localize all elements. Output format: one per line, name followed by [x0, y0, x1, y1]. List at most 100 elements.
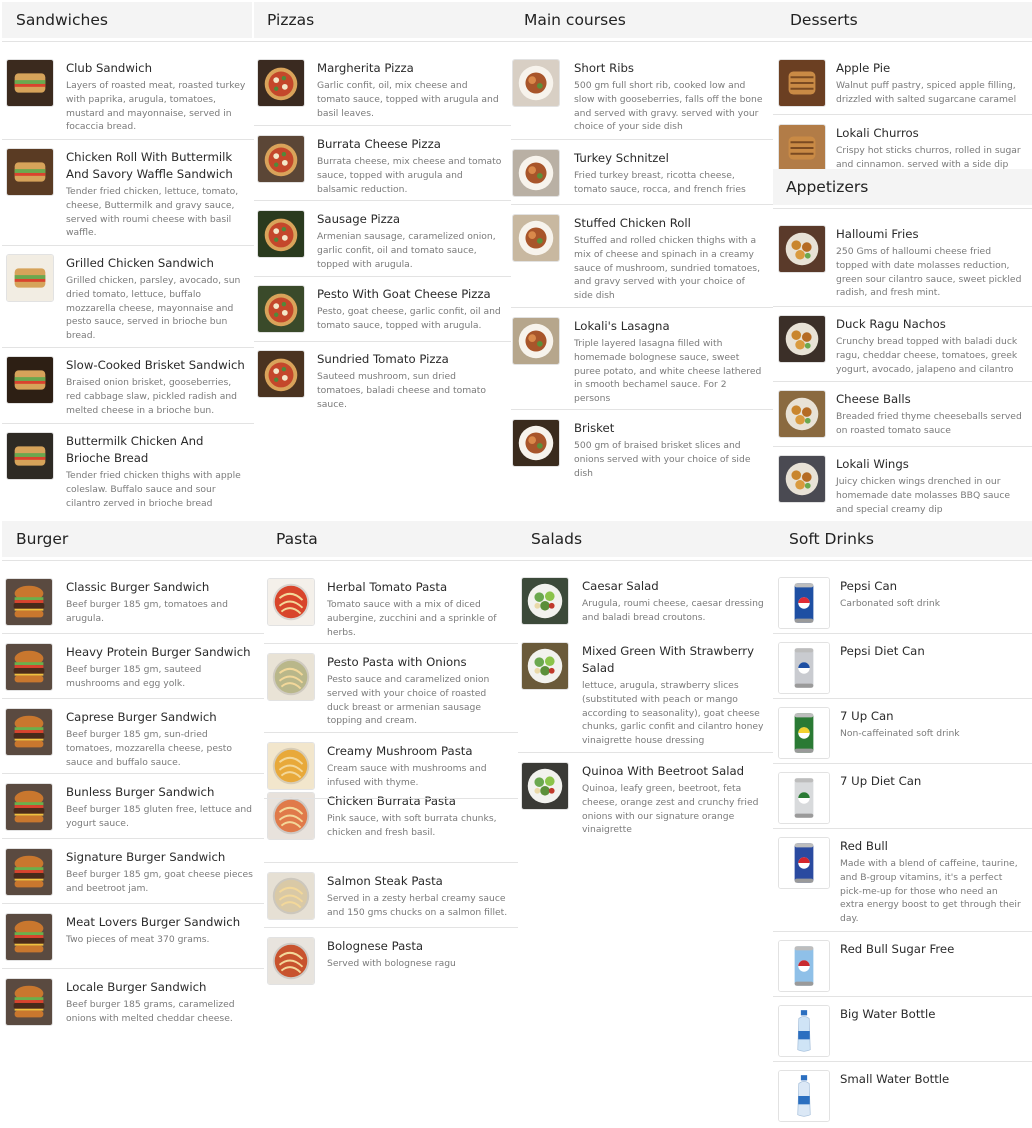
- menu-item-pesto-pasta-with-onions[interactable]: Pesto Pasta with Onions Pesto sauce and c…: [267, 653, 514, 728]
- salad-photo-icon: [521, 642, 569, 690]
- item-name: Slow-Cooked Brisket Sandwich: [66, 358, 245, 372]
- menu-item-quinoa-with-beetroot-salad[interactable]: Quinoa With Beetroot Salad Quinoa, leafy …: [521, 762, 769, 837]
- menu-item-slow-cooked-brisket-sandwich[interactable]: Slow-Cooked Brisket Sandwich Braised onio…: [6, 356, 250, 417]
- item-divider: [511, 409, 773, 410]
- item-name: Locale Burger Sandwich: [66, 980, 207, 994]
- item-name: Creamy Mushroom Pasta: [327, 744, 473, 758]
- item-name: Caprese Burger Sandwich: [66, 710, 217, 724]
- item-description: Walnut puff pastry, spiced apple filling…: [836, 80, 1017, 105]
- menu-item-pepsi-diet-can[interactable]: Pepsi Diet Can: [778, 642, 1028, 694]
- menu-item-short-ribs[interactable]: Short Ribs 500 gm full short rib, cooked …: [512, 59, 769, 134]
- menu-item-halloumi-fries[interactable]: Halloumi Fries 250 Gms of halloumi cheese…: [778, 225, 1028, 300]
- menu-item-red-bull[interactable]: Red Bull Made with a blend of caffeine, t…: [778, 837, 1028, 926]
- item-divider: [254, 341, 511, 342]
- item-description: Served with bolognese ragu: [327, 958, 456, 969]
- item-name: Big Water Bottle: [840, 1007, 936, 1021]
- menu-item-big-water-bottle[interactable]: Big Water Bottle: [778, 1005, 1028, 1057]
- item-description: Pesto sauce and caramelized onion served…: [327, 674, 490, 727]
- plate-photo-icon: [512, 214, 560, 262]
- menu-item-creamy-mushroom-pasta[interactable]: Creamy Mushroom Pasta Cream sauce with mu…: [267, 742, 514, 790]
- item-name: Short Ribs: [574, 61, 634, 75]
- menu-item-7-up-diet-can[interactable]: 7 Up Diet Can: [778, 772, 1028, 824]
- item-description: Crispy hot sticks churros, rolled in sug…: [836, 145, 1021, 170]
- item-description: Triple layered lasagna filled with homem…: [574, 338, 762, 405]
- salad-photo-icon: [521, 762, 569, 810]
- item-divider: [2, 903, 264, 904]
- menu-item-locale-burger-sandwich[interactable]: Locale Burger Sandwich Beef burger 185 gr…: [5, 978, 260, 1026]
- menu-item-mixed-green-with-strawberry-salad[interactable]: Mixed Green With Strawberry Salad lettuce…: [521, 642, 769, 748]
- menu-item-7-up-can[interactable]: 7 Up Can Non-caffeinated soft drink: [778, 707, 1028, 759]
- menu-item-salmon-steak-pasta[interactable]: Salmon Steak Pasta Served in a zesty herb…: [267, 872, 514, 920]
- menu-item-margherita-pizza[interactable]: Margherita Pizza Garlic confit, oil, mix …: [257, 59, 507, 120]
- item-name: Herbal Tomato Pasta: [327, 580, 448, 594]
- item-description: Breaded fried thyme cheeseballs served o…: [836, 411, 1022, 436]
- menu-item-sausage-pizza[interactable]: Sausage Pizza Armenian sausage, carameliz…: [257, 210, 507, 271]
- item-divider: [254, 276, 511, 277]
- pizza-photo-icon: [257, 59, 305, 107]
- menu-item-signature-burger-sandwich[interactable]: Signature Burger Sandwich Beef burger 185…: [5, 848, 260, 896]
- menu-item-brisket[interactable]: Brisket 500 gm of braised brisket slices …: [512, 419, 769, 480]
- menu-item-cheese-balls[interactable]: Cheese Balls Breaded fried thyme cheeseba…: [778, 390, 1028, 438]
- menu-item-red-bull-sugar-free[interactable]: Red Bull Sugar Free: [778, 940, 1028, 992]
- header-divider: [2, 41, 254, 42]
- menu-item-caesar-salad[interactable]: Caesar Salad Arugula, roumi cheese, caesa…: [521, 577, 769, 625]
- menu-item-buttermilk-chicken-and-brioche-bread[interactable]: Buttermilk Chicken And Brioche Bread Tend…: [6, 432, 250, 510]
- item-description: Tender fried chicken thighs with apple c…: [66, 470, 241, 509]
- item-description: Beef burger 185 grams, caramelized onion…: [66, 999, 235, 1024]
- red-bull-can-icon: [778, 837, 830, 889]
- pizza-photo-icon: [257, 210, 305, 258]
- section-title: Salads: [518, 521, 773, 557]
- item-description: 500 gm of braised brisket slices and oni…: [574, 440, 751, 479]
- header-divider: [254, 41, 511, 42]
- menu-item-classic-burger-sandwich[interactable]: Classic Burger Sandwich Beef burger 185 g…: [5, 578, 260, 626]
- item-divider: [2, 633, 264, 634]
- item-name: Salmon Steak Pasta: [327, 874, 443, 888]
- dessert-photo-icon: [778, 59, 826, 107]
- menu-item-chicken-burrata-pasta[interactable]: Chicken Burrata Pasta Pink sauce, with so…: [267, 792, 514, 840]
- pasta-photo-icon: [267, 792, 315, 840]
- item-divider: [511, 204, 773, 205]
- item-name: Pepsi Diet Can: [840, 644, 925, 658]
- salad-photo-icon: [521, 577, 569, 625]
- item-divider: [2, 245, 254, 246]
- item-name: Stuffed Chicken Roll: [574, 216, 691, 230]
- item-divider: [511, 307, 773, 308]
- item-description: Arugula, roumi cheese, caesar dressing a…: [582, 598, 764, 623]
- menu-item-bolognese-pasta[interactable]: Bolognese Pasta Served with bolognese rag…: [267, 937, 514, 985]
- menu-item-pesto-with-goat-cheese-pizza[interactable]: Pesto With Goat Cheese Pizza Pesto, goat …: [257, 285, 507, 333]
- menu-item-stuffed-chicken-roll[interactable]: Stuffed Chicken Roll Stuffed and rolled c…: [512, 214, 769, 303]
- menu-item-meat-lovers-burger-sandwich[interactable]: Meat Lovers Burger Sandwich Two pieces of…: [5, 913, 260, 961]
- menu-item-heavy-protein-burger-sandwich[interactable]: Heavy Protein Burger Sandwich Beef burger…: [5, 643, 260, 691]
- menu-item-chicken-roll-with-buttermilk-and-savory-waffle-sandwich[interactable]: Chicken Roll With Buttermilk And Savory …: [6, 148, 250, 240]
- item-name: Grilled Chicken Sandwich: [66, 256, 214, 270]
- menu-section-desserts: Desserts Apple Pie Walnut puff pastry, sp…: [773, 2, 1032, 172]
- menu-item-herbal-tomato-pasta[interactable]: Herbal Tomato Pasta Tomato sauce with a m…: [267, 578, 514, 639]
- menu-item-club-sandwich[interactable]: Club Sandwich Layers of roasted meat, roa…: [6, 59, 250, 134]
- item-description: Tomato sauce with a mix of diced aubergi…: [327, 599, 497, 638]
- item-name: Bolognese Pasta: [327, 939, 424, 953]
- item-description: 500 gm full short rib, cooked low and sl…: [574, 80, 763, 133]
- header-divider: [773, 41, 1032, 42]
- menu-item-burrata-cheese-pizza[interactable]: Burrata Cheese Pizza Burrata cheese, mix …: [257, 135, 507, 196]
- section-title: Pasta: [264, 521, 518, 557]
- menu-item-apple-pie[interactable]: Apple Pie Walnut puff pastry, spiced appl…: [778, 59, 1028, 107]
- item-name: Red Bull: [840, 839, 888, 853]
- item-name: Pesto Pasta with Onions: [327, 655, 467, 669]
- menu-section-sandwiches: Sandwiches Club Sandwich Layers of roaste…: [2, 2, 254, 509]
- menu-item-duck-ragu-nachos[interactable]: Duck Ragu Nachos Crunchy bread topped wit…: [778, 315, 1028, 376]
- menu-item-sundried-tomato-pizza[interactable]: Sundried Tomato Pizza Sauteed mushroom, s…: [257, 350, 507, 411]
- menu-item-lokali-s-lasagna[interactable]: Lokali's Lasagna Triple layered lasagna f…: [512, 317, 769, 406]
- item-description: Beef burger 185 gm, sauteed mushrooms an…: [66, 664, 202, 689]
- item-name: Mixed Green With Strawberry Salad: [582, 644, 755, 675]
- item-name: Bunless Burger Sandwich: [66, 785, 215, 799]
- menu-item-bunless-burger-sandwich[interactable]: Bunless Burger Sandwich Beef burger 185 g…: [5, 783, 260, 831]
- menu-item-pepsi-can[interactable]: Pepsi Can Carbonated soft drink: [778, 577, 1028, 629]
- menu-item-lokali-wings[interactable]: Lokali Wings Juicy chicken wings drenched…: [778, 455, 1028, 516]
- plate-photo-icon: [512, 419, 560, 467]
- menu-item-turkey-schnitzel[interactable]: Turkey Schnitzel Fried turkey breast, ric…: [512, 149, 769, 197]
- menu-item-caprese-burger-sandwich[interactable]: Caprese Burger Sandwich Beef burger 185 g…: [5, 708, 260, 769]
- menu-item-small-water-bottle[interactable]: Small Water Bottle: [778, 1070, 1028, 1122]
- item-divider: [773, 698, 1032, 699]
- menu-item-grilled-chicken-sandwich[interactable]: Grilled Chicken Sandwich Grilled chicken,…: [6, 254, 250, 343]
- menu-item-lokali-churros[interactable]: Lokali Churros Crispy hot sticks churros,…: [778, 124, 1028, 172]
